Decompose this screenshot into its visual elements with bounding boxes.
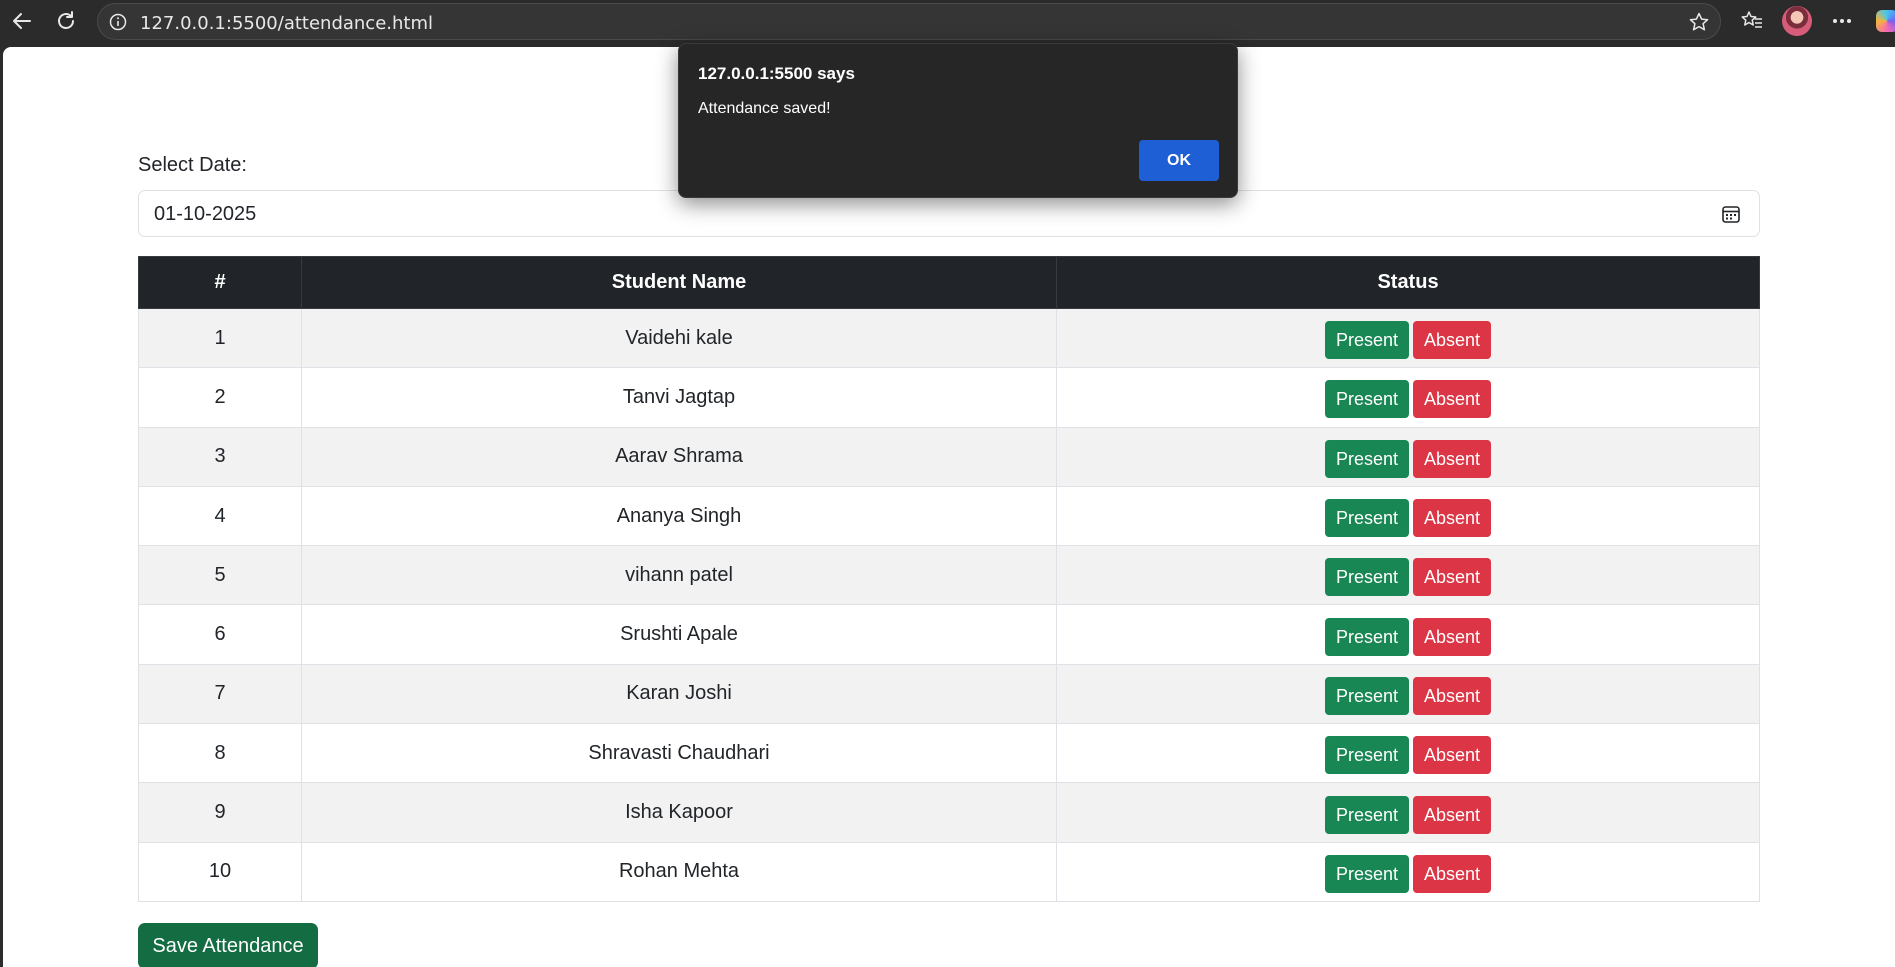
row-number: 3 xyxy=(138,426,302,487)
present-button[interactable]: Present xyxy=(1324,321,1409,360)
row-number: 1 xyxy=(138,307,302,369)
present-button[interactable]: Present xyxy=(1324,617,1409,656)
header-student-name: Student Name xyxy=(301,256,1057,309)
table-row: 2 Tanvi Jagtap Present Absent xyxy=(138,367,1760,428)
status-cell: Present Absent xyxy=(1056,367,1760,428)
present-button[interactable]: Present xyxy=(1324,736,1409,775)
student-name: Rohan Mehta xyxy=(301,841,1057,902)
profile-avatar[interactable] xyxy=(1782,6,1812,36)
table-header-row: # Student Name Status xyxy=(138,256,1760,309)
student-name: Vaidehi kale xyxy=(301,307,1057,369)
attendance-table: # Student Name Status 1 Vaidehi kale Prese… xyxy=(138,256,1760,902)
student-name: Aarav Shrama xyxy=(301,426,1057,487)
favorites-icon[interactable] xyxy=(1737,6,1767,36)
ok-button[interactable]: OK xyxy=(1139,140,1219,181)
status-cell: Present Absent xyxy=(1056,307,1760,369)
present-button[interactable]: Present xyxy=(1324,558,1409,597)
row-number: 9 xyxy=(138,782,302,843)
table-row: 4 Ananya Singh Present Absent xyxy=(138,485,1760,547)
more-icon[interactable] xyxy=(1827,6,1857,36)
row-number: 2 xyxy=(138,367,302,428)
star-icon[interactable] xyxy=(1688,11,1710,33)
table-row: 9 Isha Kapoor Present Absent xyxy=(138,782,1760,843)
status-cell: Present Absent xyxy=(1056,841,1760,902)
absent-button[interactable]: Absent xyxy=(1413,439,1492,478)
date-value[interactable]: 01-10-2025 xyxy=(154,203,256,226)
student-name: Ananya Singh xyxy=(301,485,1057,547)
student-name: Karan Joshi xyxy=(301,663,1057,725)
table-row: 1 Vaidehi kale Present Absent xyxy=(138,307,1760,369)
row-number: 5 xyxy=(138,545,302,606)
copilot-icon[interactable] xyxy=(1876,10,1895,32)
row-number: 8 xyxy=(138,723,302,784)
row-number: 6 xyxy=(138,604,302,665)
student-name: vihann patel xyxy=(301,545,1057,606)
table-row: 10 Rohan Mehta Present Absent xyxy=(138,841,1760,902)
save-attendance-button[interactable]: Save Attendance xyxy=(138,923,318,967)
info-icon[interactable] xyxy=(109,13,127,31)
present-button[interactable]: Present xyxy=(1324,499,1409,538)
absent-button[interactable]: Absent xyxy=(1413,380,1492,419)
present-button[interactable]: Present xyxy=(1324,854,1409,893)
refresh-icon[interactable] xyxy=(50,5,82,37)
row-number: 4 xyxy=(138,485,302,547)
present-button[interactable]: Present xyxy=(1324,795,1409,834)
student-name: Isha Kapoor xyxy=(301,782,1057,843)
table-row: 6 Srushti Apale Present Absent xyxy=(138,604,1760,665)
table-row: 7 Karan Joshi Present Absent xyxy=(138,663,1760,725)
absent-button[interactable]: Absent xyxy=(1413,854,1492,893)
table-row: 3 Aarav Shrama Present Absent xyxy=(138,426,1760,487)
status-cell: Present Absent xyxy=(1056,604,1760,665)
back-arrow-icon[interactable] xyxy=(6,5,38,37)
status-cell: Present Absent xyxy=(1056,545,1760,606)
present-button[interactable]: Present xyxy=(1324,676,1409,715)
dialog-title: 127.0.0.1:5500 says xyxy=(698,64,855,83)
present-button[interactable]: Present xyxy=(1324,380,1409,419)
student-name: Srushti Apale xyxy=(301,604,1057,665)
row-number: 7 xyxy=(138,663,302,725)
absent-button[interactable]: Absent xyxy=(1413,795,1492,834)
table-row: 8 Shravasti Chaudhari Present Absent xyxy=(138,723,1760,784)
absent-button[interactable]: Absent xyxy=(1413,617,1492,656)
address-bar[interactable]: 127.0.0.1:5500/attendance.html xyxy=(97,3,1721,40)
dialog-message: Attendance saved! xyxy=(698,100,831,117)
calendar-icon[interactable] xyxy=(1721,204,1741,224)
student-name: Shravasti Chaudhari xyxy=(301,723,1057,784)
absent-button[interactable]: Absent xyxy=(1413,499,1492,538)
absent-button[interactable]: Absent xyxy=(1413,558,1492,597)
student-name: Tanvi Jagtap xyxy=(301,367,1057,428)
alert-dialog: 127.0.0.1:5500 says Attendance saved! OK xyxy=(678,43,1238,198)
status-cell: Present Absent xyxy=(1056,426,1760,487)
status-cell: Present Absent xyxy=(1056,485,1760,547)
present-button[interactable]: Present xyxy=(1324,439,1409,478)
browser-toolbar: 127.0.0.1:5500/attendance.html xyxy=(0,0,1895,43)
status-cell: Present Absent xyxy=(1056,663,1760,725)
status-cell: Present Absent xyxy=(1056,782,1760,843)
table-body: 1 Vaidehi kale Present Absent 2 Tanvi Jagtap P… xyxy=(138,307,1760,902)
row-number: 10 xyxy=(138,841,302,902)
absent-button[interactable]: Absent xyxy=(1413,321,1492,360)
date-label: Select Date: xyxy=(138,154,247,176)
absent-button[interactable]: Absent xyxy=(1413,676,1492,715)
status-cell: Present Absent xyxy=(1056,723,1760,784)
header-number: # xyxy=(138,256,302,309)
table-row: 5 vihann patel Present Absent xyxy=(138,545,1760,606)
absent-button[interactable]: Absent xyxy=(1413,736,1492,775)
url-text[interactable]: 127.0.0.1:5500/attendance.html xyxy=(140,13,433,34)
header-status: Status xyxy=(1056,256,1760,309)
